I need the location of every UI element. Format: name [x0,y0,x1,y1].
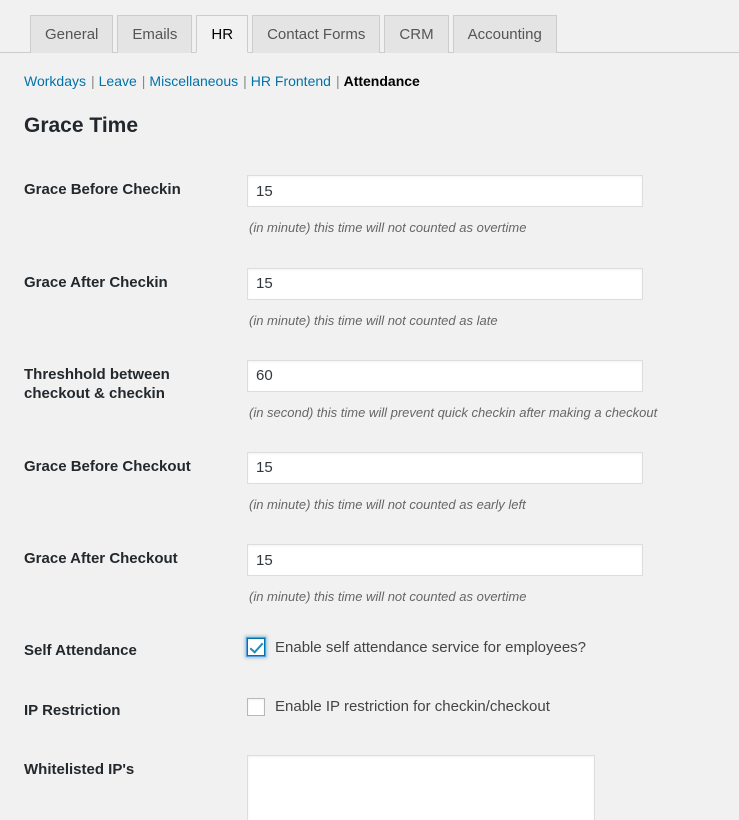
tab-list: General Emails HR Contact Forms CRM Acco… [30,0,739,53]
settings-tab-bar: General Emails HR Contact Forms CRM Acco… [0,0,739,53]
tab-emails[interactable]: Emails [117,15,193,53]
field-control-grace-after-checkin: (in minute) this time will not counted a… [247,253,739,345]
subnav-item-attendance[interactable]: Attendance [344,73,420,89]
tab-label: HR [211,25,234,43]
tab-label: Contact Forms [267,26,366,43]
tab-hr[interactable]: HR [196,15,249,53]
subnav-item-hr-frontend[interactable]: HR Frontend [251,73,331,89]
field-description: (in minute) this time will not counted a… [249,589,527,605]
attendance-settings-form: Grace Before Checkin (in minute) this ti… [0,160,739,820]
ip-restriction-checkbox[interactable] [247,697,265,716]
field-label-whitelisted-ips: Whitelisted IP's [24,761,135,779]
whitelisted-ips-textarea[interactable] [247,755,595,820]
tab-label: CRM [399,26,434,43]
tab-general[interactable]: General [30,15,114,53]
field-control-threshhold: (in second) this time will prevent quick… [247,345,739,437]
field-row-grace-after-checkin: Grace After Checkin (in minute) this tim… [0,253,739,345]
ip-restriction-checkbox-row: Enable IP restriction for checkin/checko… [247,696,729,716]
field-row-self-attendance: Self Attendance Enable self attendance s… [0,621,739,681]
field-description: (in second) this time will prevent quick… [249,404,658,420]
page-title: Grace Time [24,114,139,138]
tab-accounting[interactable]: Accounting [452,15,557,53]
field-control-whitelisted-ips [247,740,739,820]
field-description: (in minute) this time will not counted a… [249,496,526,512]
grace-after-checkin-input[interactable] [247,267,643,300]
field-row-threshhold-between-checkout-checkin: Threshhold between checkout & checkin (i… [0,345,739,437]
field-control-ip-restriction: Enable IP restriction for checkin/checko… [247,681,739,741]
field-row-ip-restriction: IP Restriction Enable IP restriction for… [0,681,739,741]
field-label-grace-after-checkout: Grace After Checkout [24,550,178,568]
field-description: (in minute) this time will not counted a… [249,312,498,328]
field-row-grace-after-checkout: Grace After Checkout (in minute) this ti… [0,529,739,621]
grace-after-checkout-input[interactable] [247,544,643,577]
field-label-self-attendance: Self Attendance [24,642,137,660]
field-control-grace-before-checkout: (in minute) this time will not counted a… [247,437,739,529]
field-row-grace-before-checkout: Grace Before Checkout (in minute) this t… [0,437,739,529]
field-control-grace-after-checkout: (in minute) this time will not counted a… [247,529,739,621]
ip-restriction-checkbox-label[interactable]: Enable IP restriction for checkin/checko… [275,699,550,714]
tab-crm[interactable]: CRM [384,15,449,53]
subnav-item-miscellaneous[interactable]: Miscellaneous [149,73,238,89]
grace-before-checkout-input[interactable] [247,451,643,484]
field-label-ip-restriction: IP Restriction [24,701,121,719]
field-label-grace-after-checkin: Grace After Checkin [24,273,168,291]
tab-label: General [45,26,99,43]
subnav-item-workdays[interactable]: Workdays [24,73,86,89]
field-label-grace-before-checkout: Grace Before Checkout [24,457,191,475]
field-control-grace-before-checkin: (in minute) this time will not counted a… [247,160,739,252]
hr-subnav: Workdays | Leave | Miscellaneous | HR Frontend… [0,53,739,90]
field-label-grace-before-checkin: Grace Before Checkin [24,181,181,199]
field-description: (in minute) this time will not counted a… [249,220,527,236]
subnav-item-leave[interactable]: Leave [99,73,137,89]
tab-contact-forms[interactable]: Contact Forms [252,15,381,53]
subnav-separator: | [243,73,247,89]
subnav-separator: | [335,73,340,89]
tab-label: Emails [132,26,178,43]
field-label-threshhold: Threshhold between checkout & checkin [24,365,170,403]
field-control-self-attendance: Enable self attendance service for emplo… [247,621,739,681]
subnav-separator: | [141,73,146,89]
threshhold-input[interactable] [247,359,643,392]
field-row-grace-before-checkin: Grace Before Checkin (in minute) this ti… [0,160,739,252]
self-attendance-checkbox[interactable] [247,638,265,657]
grace-before-checkin-input[interactable] [247,175,643,208]
field-row-whitelisted-ips: Whitelisted IP's [0,740,739,820]
subnav-separator: | [90,73,95,89]
self-attendance-checkbox-label[interactable]: Enable self attendance service for emplo… [275,640,586,655]
self-attendance-checkbox-row: Enable self attendance service for emplo… [247,636,729,657]
tab-label: Accounting [467,26,542,43]
